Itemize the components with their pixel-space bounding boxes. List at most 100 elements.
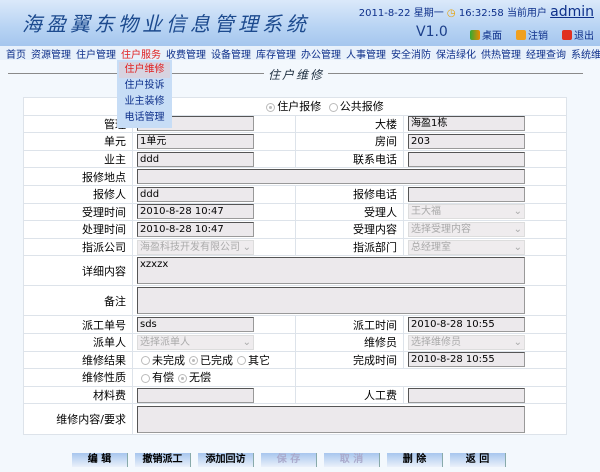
report-phone-field[interactable] [408, 186, 525, 202]
location-field[interactable] [137, 169, 525, 185]
field-label: 人工费 [295, 385, 404, 405]
repair-content-textarea[interactable] [137, 405, 525, 433]
nav-item[interactable]: 供热管理 [481, 46, 521, 61]
app-title: 海盈翼东物业信息管理系统 [22, 12, 310, 36]
desktop-icon [470, 29, 480, 40]
logout-button[interactable]: 注销 [516, 27, 548, 42]
reporter-field[interactable]: ddd [137, 186, 254, 202]
field-label: 大楼 [295, 114, 404, 134]
radio-label: 其它 [248, 353, 270, 367]
nav-item[interactable]: 库存管理 [256, 46, 296, 61]
menu-item-decoration[interactable]: 业主装修 [119, 94, 170, 110]
field-label: 受理时间 [23, 202, 133, 222]
chevron-down-icon: ⌄ [242, 336, 251, 348]
service-dropdown-menu: 住户维修 住户投诉 业主装修 电话管理 [117, 60, 172, 128]
result-radio-group: 未完成 已完成 其它 [132, 350, 296, 370]
phone-field[interactable] [408, 151, 525, 167]
radio-label: 有偿 [152, 371, 174, 385]
field-label: 备注 [23, 285, 133, 317]
edit-button[interactable]: 编 辑 [72, 453, 128, 467]
select-value: 选择维修员 [411, 336, 461, 348]
nav-item[interactable]: 保洁绿化 [436, 46, 476, 61]
repairman-select[interactable]: 选择维修员 ⌄ [408, 334, 525, 350]
owner-field[interactable]: ddd [137, 151, 254, 167]
field-label: 材料费 [23, 385, 133, 405]
nav-item[interactable]: 资源管理 [31, 46, 71, 61]
field-label: 受理内容 [295, 220, 404, 239]
cancel-dispatch-button[interactable]: 撤销派工 [135, 453, 191, 467]
labor-fee-field[interactable] [408, 387, 525, 403]
weekday: 星期一 [413, 8, 444, 19]
add-visit-button[interactable]: 添加回访 [198, 453, 254, 467]
field-label: 处理时间 [23, 220, 133, 239]
field-label: 报修地点 [23, 167, 133, 186]
chevron-down-icon: ⌄ [513, 223, 522, 235]
company-select[interactable]: 海盈科技开发有限公司 ⌄ [137, 239, 254, 255]
nav-item[interactable]: 安全消防 [391, 46, 431, 61]
nav-item[interactable]: 首页 [6, 46, 26, 61]
nav-item[interactable]: 经理查询 [526, 46, 566, 61]
menu-item-resident-repair[interactable]: 住户维修 [119, 62, 170, 78]
action-buttons: 编 辑 撤销派工 添加回访 保 存 取 消 删 除 返 回 [72, 453, 506, 467]
back-button[interactable]: 返 回 [450, 453, 506, 467]
field-label: 指派部门 [295, 237, 404, 257]
clock-icon: ◷ [446, 8, 456, 19]
select-value: 王大福 [411, 206, 441, 218]
radio-resident[interactable] [266, 102, 276, 112]
radio-public[interactable] [328, 102, 338, 112]
nature-radio-group: 有偿 无偿 [132, 368, 296, 387]
dispatcher-select[interactable]: 选择派单人 ⌄ [137, 334, 254, 350]
nav-item[interactable]: 人事管理 [346, 46, 386, 61]
exit-button[interactable]: 退出 [562, 27, 594, 42]
nav-item[interactable]: 住户管理 [76, 46, 116, 61]
user-name[interactable]: admin [550, 4, 594, 20]
nav-item[interactable]: 系统维护 [571, 46, 600, 61]
field-label: 维修结果 [23, 350, 133, 370]
nav-item[interactable]: 设备管理 [211, 46, 251, 61]
radio-label: 公共报修 [339, 100, 384, 114]
section-header: 住户维修 [8, 66, 583, 83]
remark-textarea[interactable] [137, 287, 525, 315]
radio-paid[interactable] [141, 373, 150, 383]
acceptor-select[interactable]: 王大福 ⌄ [408, 204, 525, 220]
nav-item-active[interactable]: 住户服务 [121, 46, 161, 61]
version: V1.0 [416, 24, 448, 40]
field-label: 指派公司 [23, 237, 133, 257]
handle-time-field[interactable]: 2010-8-28 10:47 [137, 221, 254, 237]
header: 海盈翼东物业信息管理系统 2011-8-22 星期一 ◷ 16:32:58 当前… [0, 0, 600, 46]
dispatch-no-field[interactable]: sds [137, 317, 254, 333]
cancel-button[interactable]: 取 消 [324, 453, 380, 467]
key-icon [516, 29, 526, 40]
chevron-down-icon: ⌄ [242, 241, 251, 253]
detail-textarea[interactable]: xzxzx [137, 257, 525, 285]
user-label: 当前用户 [506, 8, 547, 19]
field-label: 完成时间 [295, 350, 404, 370]
delete-button[interactable]: 删 除 [387, 453, 443, 467]
chevron-down-icon: ⌄ [513, 206, 522, 218]
radio-other[interactable] [237, 356, 246, 366]
radio-finished[interactable] [189, 356, 198, 366]
accept-time-field[interactable]: 2010-8-28 10:47 [137, 204, 254, 220]
unit-field[interactable]: 1单元 [137, 133, 254, 149]
material-fee-field[interactable] [137, 387, 254, 403]
accept-content-select[interactable]: 选择受理内容 ⌄ [408, 221, 525, 237]
menu-item-complaint[interactable]: 住户投诉 [119, 78, 170, 94]
radio-free[interactable] [178, 373, 187, 383]
building-field[interactable]: 海盈1栋 [408, 116, 525, 132]
finish-time-field[interactable]: 2010-8-28 10:55 [408, 352, 525, 368]
room-field[interactable]: 203 [408, 133, 525, 149]
nav-item[interactable]: 办公管理 [301, 46, 341, 61]
menu-item-phone[interactable]: 电话管理 [119, 110, 170, 126]
repair-form: 住户报修 公共报修 管理…园大楼海盈1栋 单元1单元房间203 业主ddd联系电… [23, 97, 567, 436]
nav-item[interactable]: 收费管理 [166, 46, 206, 61]
top-info: 2011-8-22 星期一 ◷ 16:32:58 当前用户 admin [359, 4, 594, 20]
save-button[interactable]: 保 存 [261, 453, 317, 467]
select-value: 选择派单人 [140, 336, 190, 348]
radio-unfinished[interactable] [141, 356, 150, 366]
field-label: 维修性质 [23, 368, 133, 387]
desktop-button[interactable]: 桌面 [470, 27, 502, 42]
field-label: 派工时间 [295, 315, 404, 334]
dept-select[interactable]: 总经理室 ⌄ [408, 239, 525, 255]
exit-label: 退出 [574, 31, 594, 42]
dispatch-time-field[interactable]: 2010-8-28 10:55 [408, 317, 525, 333]
